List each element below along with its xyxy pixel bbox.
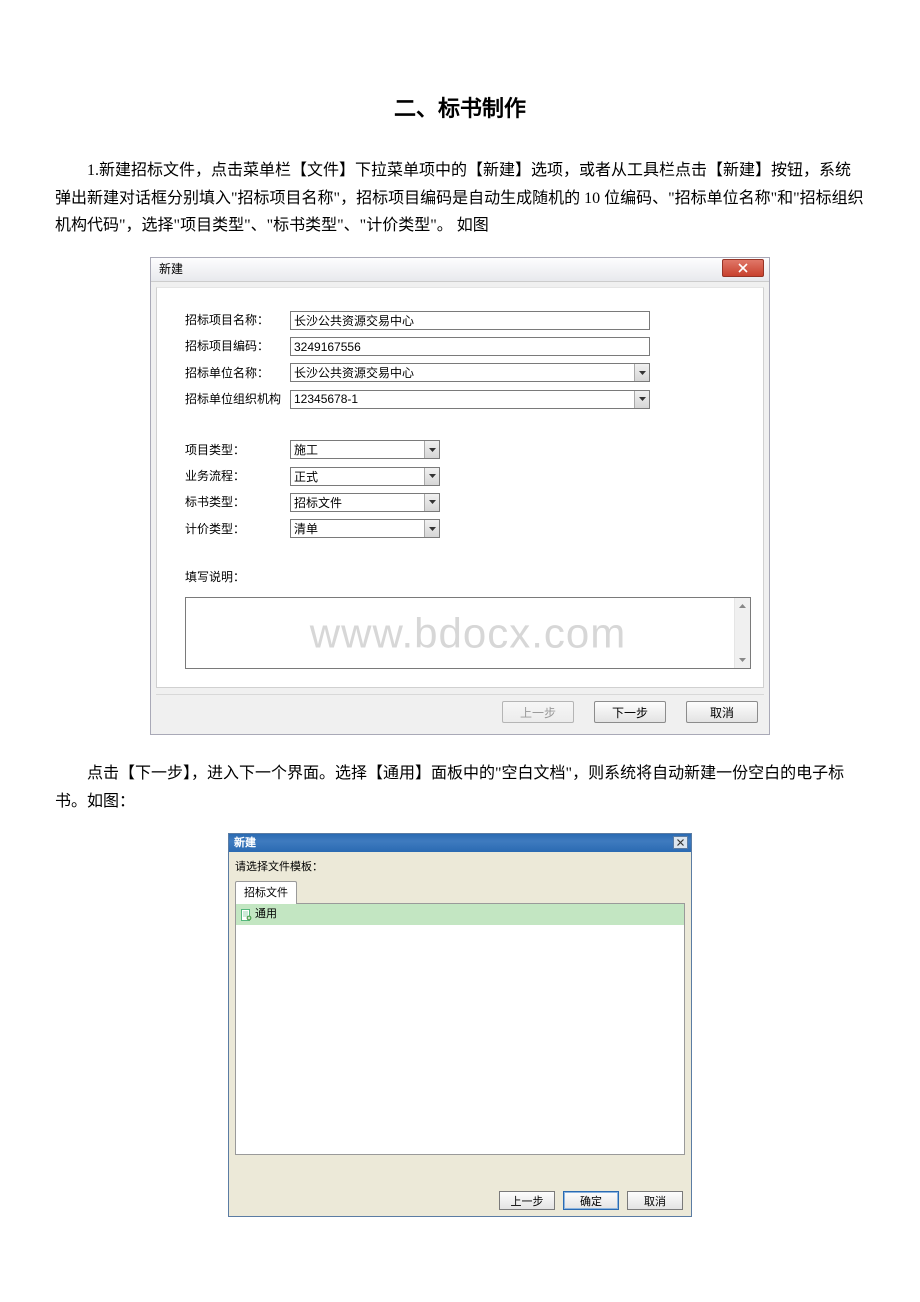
label-project-name: 招标项目名称： (185, 310, 290, 330)
label-unit-name: 招标单位名称： (185, 363, 290, 383)
select-biz-process-value[interactable] (291, 468, 424, 485)
list-item-general[interactable]: 通用 (236, 904, 684, 925)
label-project-code: 招标项目编码： (185, 336, 290, 356)
select-doc-type-value[interactable] (291, 494, 424, 511)
input-project-code[interactable] (290, 337, 650, 356)
close-icon[interactable] (722, 259, 764, 277)
scroll-down-icon[interactable] (735, 652, 750, 668)
label-biz-process: 业务流程： (185, 466, 290, 486)
input-project-name[interactable] (290, 311, 650, 330)
select-biz-process[interactable] (290, 467, 440, 486)
paragraph-1: 1.新建招标文件，点击菜单栏【文件】下拉菜单项中的【新建】选项，或者从工具栏点击… (40, 157, 880, 239)
scrollbar[interactable] (734, 598, 750, 668)
chevron-down-icon[interactable] (424, 468, 439, 485)
list-item-label: 通用 (255, 905, 277, 924)
label-price-type: 计价类型： (185, 519, 290, 539)
select-doc-type[interactable] (290, 493, 440, 512)
select-project-type-value[interactable] (291, 441, 424, 458)
new-dialog-2: 新建 请选择文件模板： 招标文件 通用 上一步 确定 (228, 833, 692, 1217)
chevron-down-icon[interactable] (424, 441, 439, 458)
label-org-code: 招标单位组织机构 (185, 389, 290, 409)
label-project-type: 项目类型： (185, 440, 290, 460)
select-project-type[interactable] (290, 440, 440, 459)
scroll-up-icon[interactable] (735, 598, 750, 614)
dialog2-titlebar: 新建 (229, 834, 691, 852)
description-textarea-wrap: www.bdocx.com (185, 597, 751, 669)
cancel-button[interactable]: 取消 (686, 701, 758, 723)
select-price-type-value[interactable] (291, 520, 424, 537)
new-dialog-1: 新建 招标项目名称： 招标项目编码： 招标单位名称： (150, 257, 770, 736)
close-icon[interactable] (673, 836, 688, 849)
tab-bid-file[interactable]: 招标文件 (235, 881, 297, 905)
chevron-down-icon[interactable] (634, 364, 649, 381)
select-unit-name-value[interactable] (291, 364, 634, 381)
next-button[interactable]: 下一步 (594, 701, 666, 723)
dialog2-title: 新建 (234, 834, 256, 853)
description-textarea[interactable] (186, 598, 734, 668)
template-label: 请选择文件模板： (235, 858, 685, 877)
prev-button: 上一步 (502, 701, 574, 723)
select-org-code[interactable] (290, 390, 650, 409)
file-icon (240, 909, 252, 921)
label-doc-type: 标书类型： (185, 492, 290, 512)
paragraph-2: 点击【下一步】，进入下一个界面。选择【通用】面板中的"空白文档"，则系统将自动新… (40, 760, 880, 814)
dialog1-title: 新建 (159, 259, 183, 279)
select-price-type[interactable] (290, 519, 440, 538)
chevron-down-icon[interactable] (424, 494, 439, 511)
section-title: 二、标书制作 (40, 90, 880, 127)
cancel-button[interactable]: 取消 (627, 1191, 683, 1210)
label-description: 填写说明： (185, 567, 751, 587)
ok-button[interactable]: 确定 (563, 1191, 619, 1210)
select-org-code-value[interactable] (291, 391, 634, 408)
select-unit-name[interactable] (290, 363, 650, 382)
chevron-down-icon[interactable] (424, 520, 439, 537)
dialog1-footer: 上一步 下一步 取消 (156, 694, 764, 729)
template-list: 通用 (235, 903, 685, 1155)
prev-button[interactable]: 上一步 (499, 1191, 555, 1210)
chevron-down-icon[interactable] (634, 391, 649, 408)
dialog1-titlebar: 新建 (151, 258, 769, 282)
dialog2-footer: 上一步 确定 取消 (235, 1187, 685, 1210)
